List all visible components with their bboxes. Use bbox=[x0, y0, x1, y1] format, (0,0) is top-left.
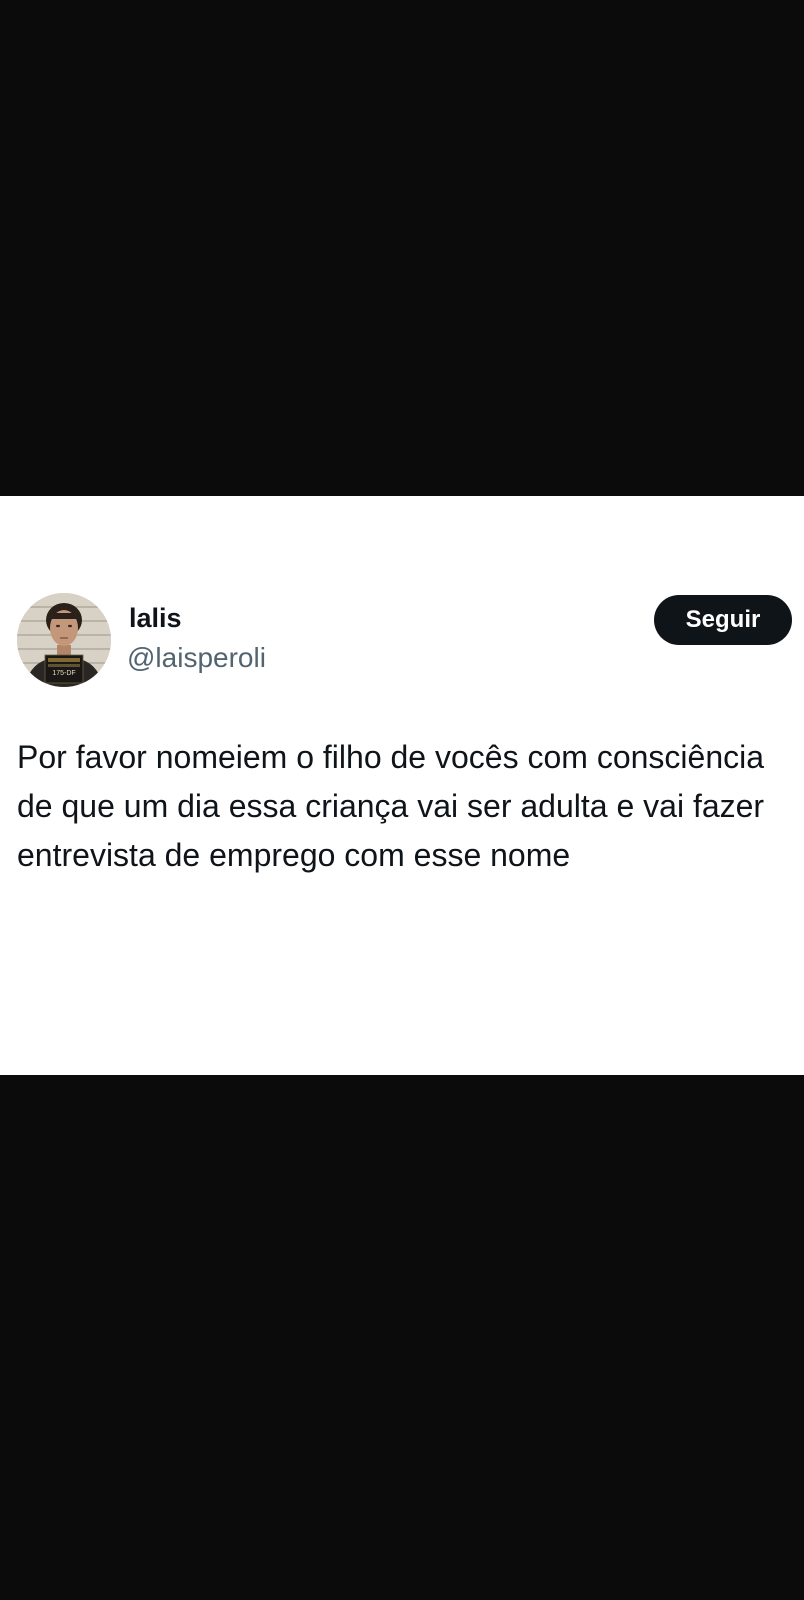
tweet-card: 175-DF lalis @laisperoli Seguir Por favo… bbox=[0, 496, 804, 1075]
page: 175-DF lalis @laisperoli Seguir Por favo… bbox=[0, 0, 804, 1600]
display-name[interactable]: lalis bbox=[129, 602, 182, 634]
avatar-photo-icon: 175-DF bbox=[17, 593, 111, 687]
svg-text:175-DF: 175-DF bbox=[52, 670, 75, 677]
avatar[interactable]: 175-DF bbox=[17, 593, 111, 687]
follow-button[interactable]: Seguir bbox=[654, 595, 792, 645]
bottom-black-band bbox=[0, 1075, 804, 1600]
tweet-text: Por favor nomeiem o filho de vocês com c… bbox=[17, 739, 765, 873]
user-handle[interactable]: @laisperoli bbox=[127, 642, 266, 674]
top-black-band bbox=[0, 0, 804, 496]
